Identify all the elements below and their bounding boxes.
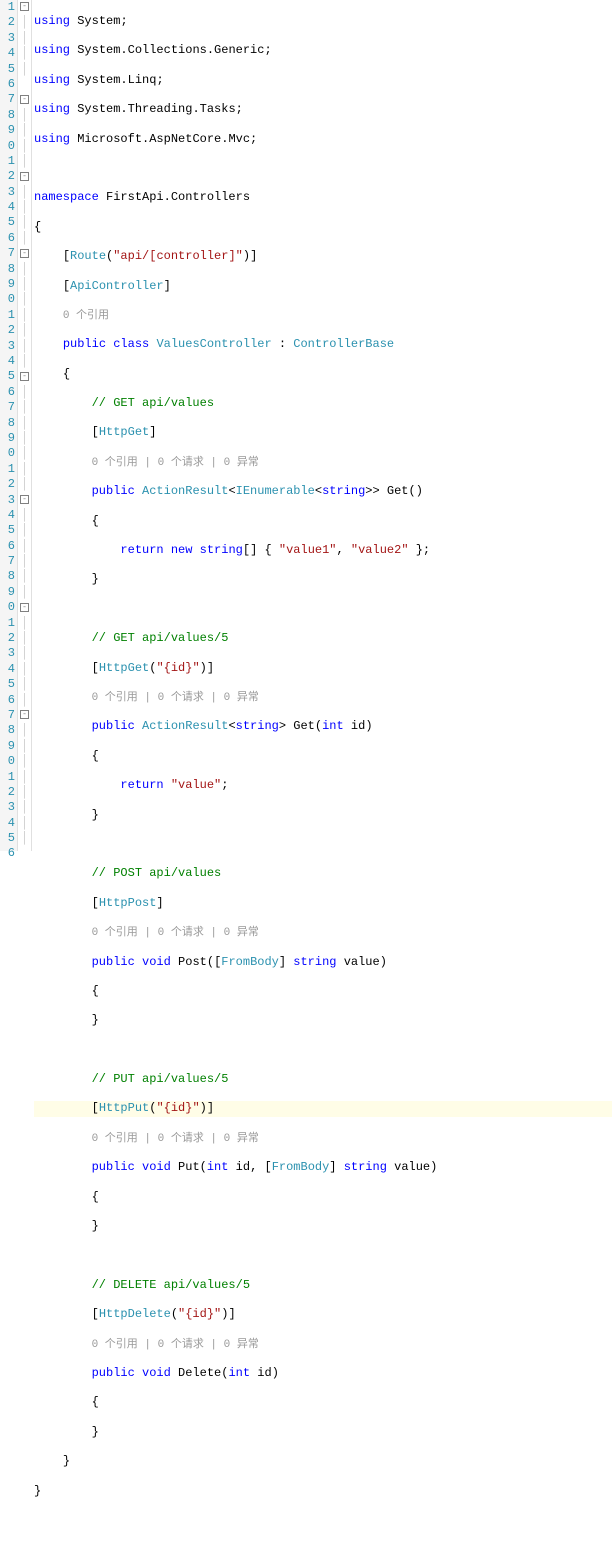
code-line[interactable]: [Route("api/[controller]")] [34,249,612,264]
code-line[interactable]: [HttpGet("{id}")] [34,661,612,676]
code-line[interactable]: public void Post([FromBody] string value… [34,955,612,970]
code-line[interactable]: [HttpDelete("{id}")] [34,1307,612,1322]
fold-toggle-icon[interactable]: - [20,249,29,258]
codelens-line[interactable]: 0 个引用 | 0 个请求 | 0 异常 [34,455,612,470]
code-line[interactable]: [HttpPut("{id}")] [34,1101,612,1116]
code-line[interactable]: { [34,1395,612,1410]
code-line[interactable]: } [34,1484,612,1499]
code-line[interactable]: public void Put(int id, [FromBody] strin… [34,1160,612,1175]
code-line[interactable] [34,837,612,852]
code-line[interactable]: public void Delete(int id) [34,1366,612,1381]
code-line[interactable]: using System.Threading.Tasks; [34,102,612,117]
code-line[interactable]: } [34,1219,612,1234]
code-line[interactable]: [ApiController] [34,279,612,294]
code-line[interactable]: // POST api/values [34,866,612,881]
code-line[interactable]: } [34,808,612,823]
code-line[interactable]: } [34,1013,612,1028]
code-line[interactable]: using System.Linq; [34,73,612,88]
fold-gutter: - │ │ │ │ - │ │ │ │ - │ │ │ │ - │ │ │ │ … [18,0,32,851]
code-line[interactable]: { [34,1190,612,1205]
fold-toggle-icon[interactable]: - [20,172,29,181]
code-line[interactable]: { [34,514,612,529]
code-line[interactable]: { [34,749,612,764]
code-line[interactable]: return "value"; [34,778,612,793]
fold-toggle-icon[interactable]: - [20,95,29,104]
code-editor[interactable]: using System; using System.Collections.G… [32,0,612,851]
code-line[interactable]: public ActionResult<string> Get(int id) [34,719,612,734]
line-number-gutter: 1 2 3 4 5 6 7 8 9 0 1 2 3 4 5 6 7 8 9 0 … [0,0,18,851]
code-line[interactable] [34,1513,612,1528]
codelens-line[interactable]: 0 个引用 | 0 个请求 | 0 异常 [34,1131,612,1146]
code-line[interactable]: [HttpGet] [34,425,612,440]
code-line[interactable] [34,1248,612,1263]
code-line[interactable]: // GET api/values [34,396,612,411]
code-line[interactable]: } [34,1454,612,1469]
code-line[interactable]: { [34,220,612,235]
codelens-line[interactable]: 0 个引用 | 0 个请求 | 0 异常 [34,690,612,705]
code-line[interactable]: { [34,984,612,999]
code-line[interactable]: public class ValuesController : Controll… [34,337,612,352]
code-line[interactable]: // DELETE api/values/5 [34,1278,612,1293]
code-line[interactable]: // GET api/values/5 [34,631,612,646]
code-line[interactable] [34,1043,612,1058]
fold-toggle-icon[interactable]: - [20,2,29,11]
code-line[interactable]: return new string[] { "value1", "value2"… [34,543,612,558]
code-line[interactable]: [HttpPost] [34,896,612,911]
code-line[interactable] [34,161,612,176]
code-line[interactable]: } [34,572,612,587]
fold-toggle-icon[interactable]: - [20,603,29,612]
code-line[interactable]: // PUT api/values/5 [34,1072,612,1087]
code-line[interactable]: { [34,367,612,382]
code-line[interactable]: using Microsoft.AspNetCore.Mvc; [34,132,612,147]
codelens-line[interactable]: 0 个引用 | 0 个请求 | 0 异常 [34,1337,612,1352]
code-line[interactable]: namespace FirstApi.Controllers [34,190,612,205]
code-line[interactable]: } [34,1425,612,1440]
code-line[interactable]: using System.Collections.Generic; [34,43,612,58]
fold-toggle-icon[interactable]: - [20,710,29,719]
codelens-line[interactable]: 0 个引用 [34,308,612,323]
fold-toggle-icon[interactable]: - [20,495,29,504]
code-line[interactable] [34,602,612,617]
code-line[interactable]: using System; [34,14,612,29]
codelens-line[interactable]: 0 个引用 | 0 个请求 | 0 异常 [34,925,612,940]
fold-toggle-icon[interactable]: - [20,372,29,381]
code-line[interactable]: public ActionResult<IEnumerable<string>>… [34,484,612,499]
